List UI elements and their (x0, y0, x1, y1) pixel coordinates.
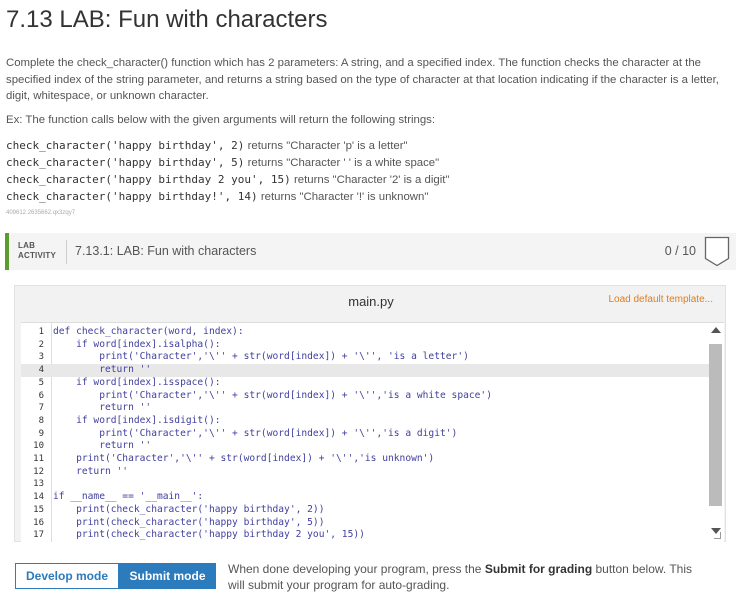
code-line[interactable]: 16 print(check_character('happy birthday… (21, 517, 709, 530)
code-line[interactable]: 8 if word[index].isdigit(): (21, 415, 709, 428)
hint-submit-for-grading: Submit for grading (484, 562, 593, 576)
line-number: 17 (33, 530, 44, 541)
line-number: 1 (38, 327, 44, 337)
code-text[interactable]: print(check_character('happy birthday', … (53, 504, 324, 517)
code-line[interactable]: 12 return '' (21, 466, 709, 479)
header-divider (66, 240, 67, 264)
code-line[interactable]: 17 print(check_character('happy birthday… (21, 529, 709, 542)
code-text[interactable]: print(check_character('happy birthday', … (53, 517, 324, 530)
page-title: 7.13 LAB: Fun with characters (6, 6, 328, 33)
code-text[interactable]: if __name__ == '__main__': (53, 491, 203, 504)
lab-activity-tag: LAB ACTIVITY (18, 241, 56, 261)
line-number: 8 (38, 415, 44, 426)
line-number: 12 (33, 466, 44, 477)
scroll-up-icon[interactable] (711, 327, 721, 333)
code-text[interactable]: return '' (53, 466, 128, 479)
hint-text-before: When done developing your program, press… (228, 562, 485, 576)
editor-scrollbar[interactable] (709, 323, 722, 542)
load-default-template-link[interactable]: Load default template... (608, 294, 713, 305)
code-text[interactable]: return '' (53, 364, 151, 377)
code-line[interactable]: 2 if word[index].isalpha(): (21, 339, 709, 352)
code-line[interactable]: 1 def check_character(word, index): (21, 326, 709, 339)
code-line[interactable]: 4 return '' (21, 364, 709, 377)
call-result: returns "Character 'p' is a letter" (244, 140, 408, 152)
code-text[interactable]: if word[index].isspace(): (53, 377, 220, 390)
line-number: 10 (33, 441, 44, 452)
call-code: check_character('happy birthday', 2) (6, 139, 245, 152)
code-line[interactable]: 3 print('Character','\'' + str(word[inde… (21, 351, 709, 364)
submit-mode-button[interactable]: Submit mode (119, 563, 216, 589)
scrollbar-thumb[interactable] (709, 344, 722, 506)
line-number: 3 (38, 352, 44, 363)
code-line[interactable]: 9 print('Character','\'' + str(word[inde… (21, 428, 709, 441)
code-text[interactable]: print('Character','\'' + str(word[index]… (53, 428, 457, 441)
line-number: 7 (38, 403, 44, 414)
code-text[interactable]: print('Character','\'' + str(word[index]… (53, 453, 434, 466)
code-line[interactable]: 13 (21, 478, 709, 491)
line-number: 13 (33, 479, 44, 490)
lab-activity-name: 7.13.1: LAB: Fun with characters (75, 244, 257, 258)
code-text[interactable]: return '' (53, 402, 151, 415)
example-call: check_character('happy birthday 2 you', … (6, 171, 449, 188)
code-text[interactable]: print(check_character('happy birthday 2 … (53, 529, 365, 542)
code-line[interactable]: 10 return '' (21, 440, 709, 453)
call-result: returns "Character '2' is a digit" (290, 174, 450, 186)
line-number: 6 (38, 390, 44, 401)
code-line[interactable]: 6 print('Character','\'' + str(word[inde… (21, 390, 709, 403)
call-result: returns "Character ' ' is a white space" (244, 157, 440, 169)
example-call: check_character('happy birthday', 2) ret… (6, 137, 449, 154)
code-line[interactable]: 11 print('Character','\'' + str(word[ind… (21, 453, 709, 466)
example-call: check_character('happy birthday!', 14) r… (6, 188, 449, 205)
lab-tag-line2: ACTIVITY (18, 251, 57, 260)
line-number: 9 (38, 428, 44, 439)
code-text[interactable]: if word[index].isdigit(): (53, 415, 220, 428)
resize-handle-icon[interactable] (714, 532, 721, 539)
code-line[interactable]: 15 print(check_character('happy birthday… (21, 504, 709, 517)
call-result: returns "Character '!' is unknown" (257, 191, 429, 203)
call-code: check_character('happy birthday 2 you', … (6, 173, 291, 186)
line-number: 11 (33, 454, 44, 464)
develop-mode-button[interactable]: Develop mode (15, 563, 119, 589)
completion-badge-icon (704, 236, 730, 267)
example-intro: Ex: The function calls below with the gi… (6, 114, 436, 126)
call-code: check_character('happy birthday!', 14) (6, 190, 258, 203)
line-number: 5 (38, 377, 44, 388)
line-number: 4 (38, 365, 44, 376)
code-line[interactable]: 5 if word[index].isspace(): (21, 377, 709, 390)
code-editor-panel: main.py Load default template... 1 def ch… (14, 285, 726, 542)
lab-activity-header: LAB ACTIVITY 7.13.1: LAB: Fun with chara… (5, 233, 736, 270)
code-line[interactable]: 14 if __name__ == '__main__': (21, 491, 709, 504)
code-text[interactable]: return '' (53, 440, 151, 453)
line-number: 15 (33, 504, 44, 515)
line-number: 14 (33, 492, 44, 503)
example-call: check_character('happy birthday', 5) ret… (6, 154, 449, 171)
call-code: check_character('happy birthday', 5) (6, 156, 245, 169)
lab-tag-line1: LAB (18, 241, 36, 250)
lab-score: 0 / 10 (664, 244, 696, 258)
line-number: 2 (38, 339, 44, 350)
example-calls: check_character('happy birthday', 2) ret… (6, 137, 449, 205)
code-text[interactable]: print('Character','\'' + str(word[index]… (53, 351, 469, 364)
code-editor[interactable]: 1 def check_character(word, index): 2 if w… (21, 322, 724, 542)
code-line[interactable]: 7 return '' (21, 402, 709, 415)
line-number: 16 (33, 517, 44, 528)
submit-hint: When done developing your program, press… (228, 561, 708, 593)
lab-description: Complete the check_character() function … (6, 57, 719, 102)
code-text[interactable]: def check_character(word, index): (53, 326, 244, 339)
code-text[interactable]: if word[index].isalpha(): (53, 339, 220, 352)
lab-id: 409612.2635662.qx3zqy7 (6, 210, 76, 216)
code-text[interactable]: print('Character','\'' + str(word[index]… (53, 390, 492, 403)
